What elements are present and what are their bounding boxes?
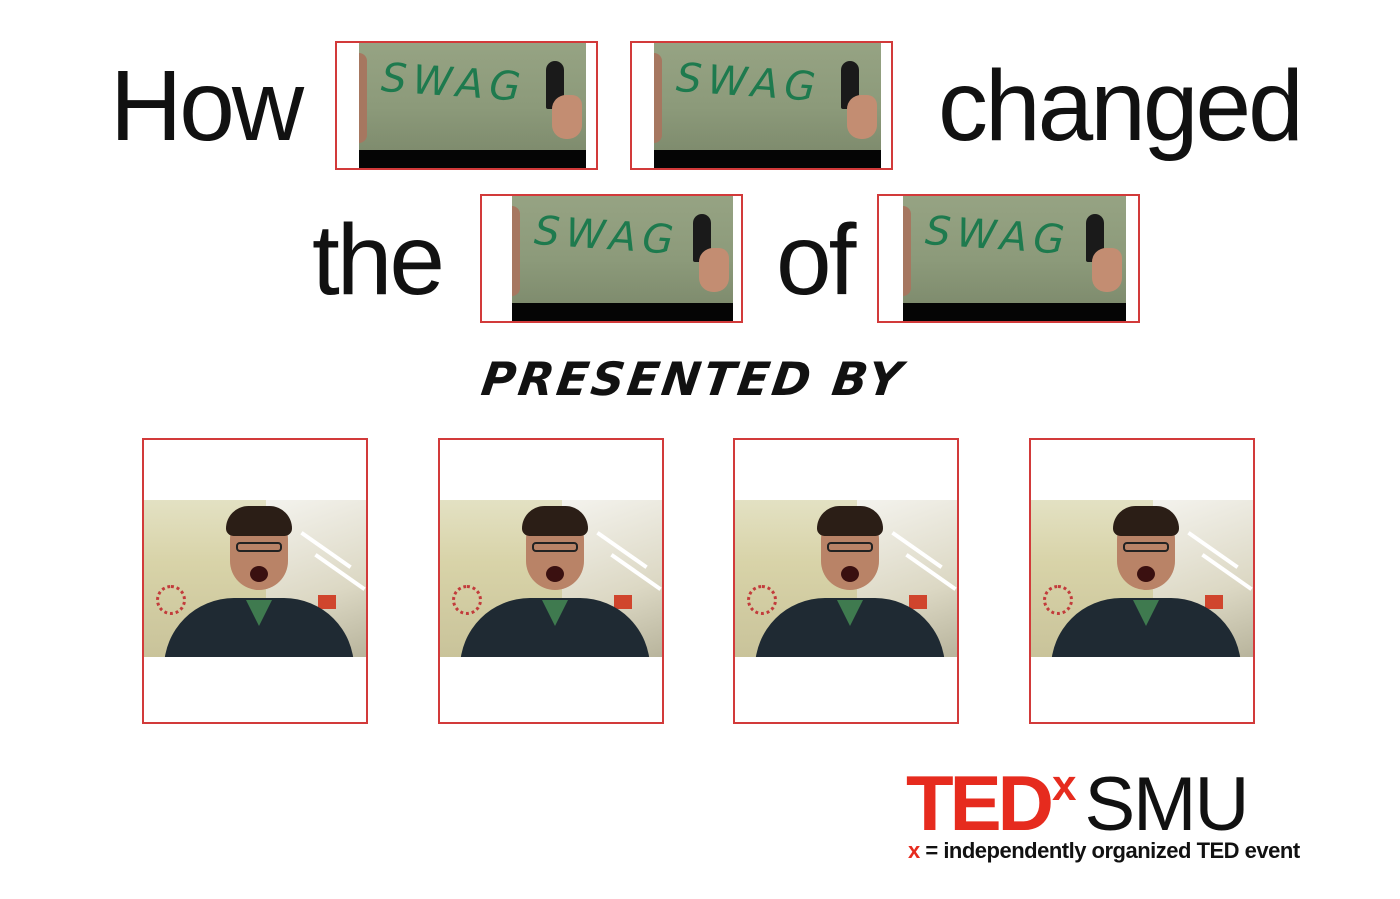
presented-by-heading: PRESENTED BY [478, 352, 909, 406]
presenter-card-3 [733, 438, 959, 724]
logo-event-name: SMU [1084, 762, 1249, 847]
swag-photo: SWAG [512, 196, 733, 321]
title-word-how: How [110, 50, 304, 162]
presenter-card-1 [142, 438, 368, 724]
presenter-photo [735, 500, 957, 657]
presenter-photo [1031, 500, 1253, 657]
tedx-logo: TEDx SMU [906, 758, 1249, 849]
logo-x: x [1052, 761, 1077, 810]
swag-photo: SWAG [654, 43, 881, 168]
tagline-text: = independently organized TED event [919, 838, 1300, 863]
title-word-of: of [776, 204, 856, 316]
logo-tagline: x = independently organized TED event [908, 838, 1300, 864]
swag-image-frame-1: SWAG [335, 41, 598, 170]
swag-photo: SWAG [903, 196, 1126, 321]
swag-image-frame-2: SWAG [630, 41, 893, 170]
presenter-card-2 [438, 438, 664, 724]
logo-ted: TED [906, 759, 1054, 847]
presenter-photo [144, 500, 366, 657]
swag-image-frame-3: SWAG [480, 194, 743, 323]
title-word-changed: changed [938, 50, 1304, 162]
tagline-x: x [908, 838, 920, 863]
swag-photo: SWAG [359, 43, 586, 168]
presenter-card-4 [1029, 438, 1255, 724]
title-word-the: the [312, 204, 445, 316]
presenter-photo [440, 500, 662, 657]
swag-image-frame-4: SWAG [877, 194, 1140, 323]
